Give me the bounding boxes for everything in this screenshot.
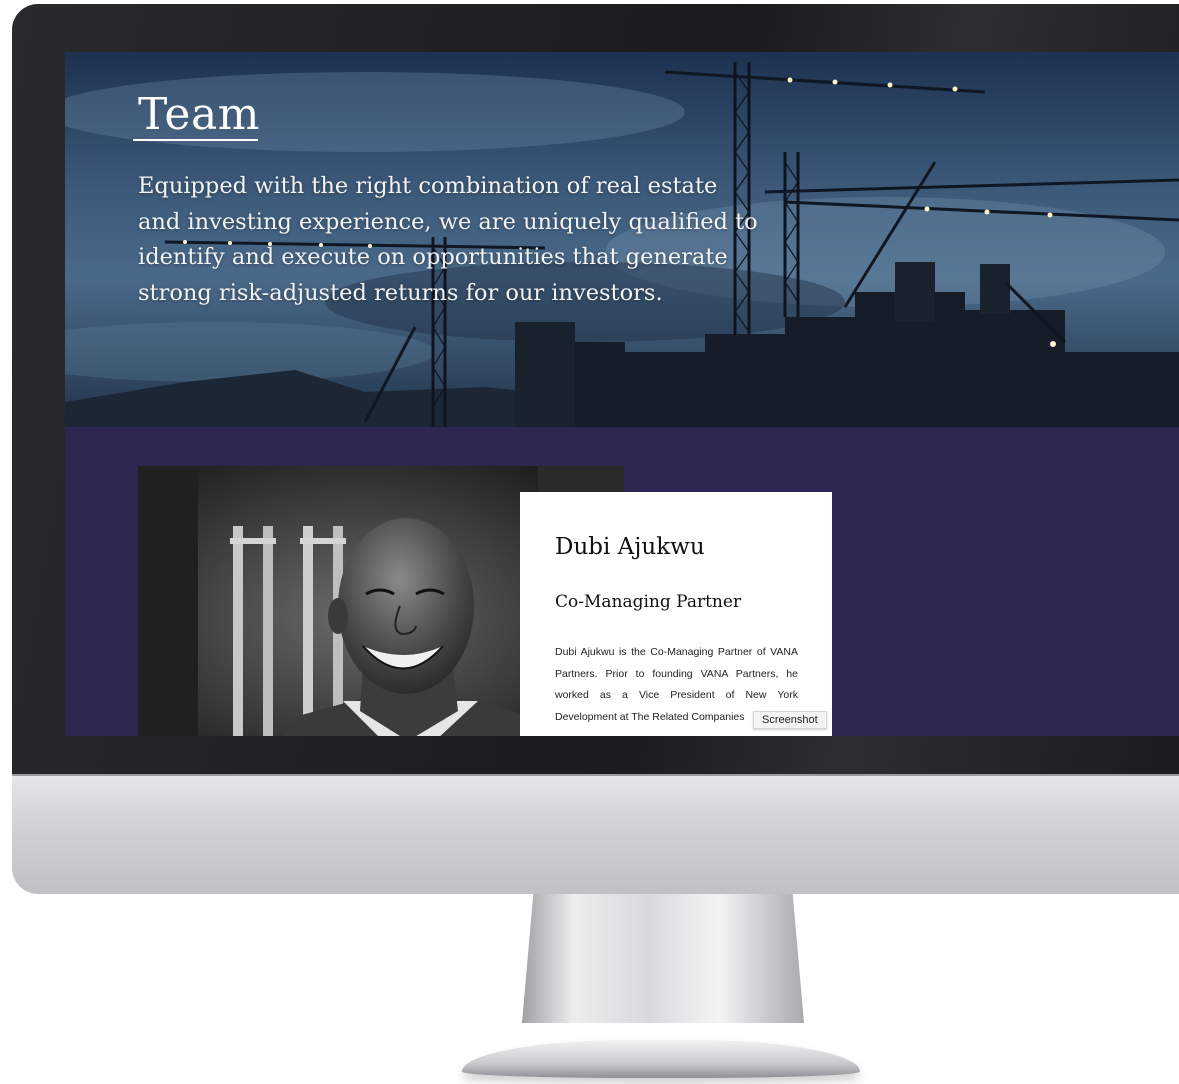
monitor-chin	[12, 774, 1179, 894]
team-content-viewport: Dubi Ajukwu Co-Managing Partner Dubi Aju…	[65, 52, 1179, 736]
member-role: Co-Managing Partner	[555, 592, 742, 612]
monitor-stand-base	[462, 1040, 860, 1078]
monitor-chin-divider	[12, 774, 1179, 776]
screenshot-tooltip: Screenshot	[753, 711, 827, 729]
member-name: Dubi Ajukwu	[555, 534, 705, 560]
desktop-mockup: Team Equipped with the right combination…	[0, 0, 1179, 1084]
monitor-stand-neck	[522, 894, 804, 1023]
team-member-card: Dubi Ajukwu Co-Managing Partner Dubi Aju…	[520, 492, 832, 736]
